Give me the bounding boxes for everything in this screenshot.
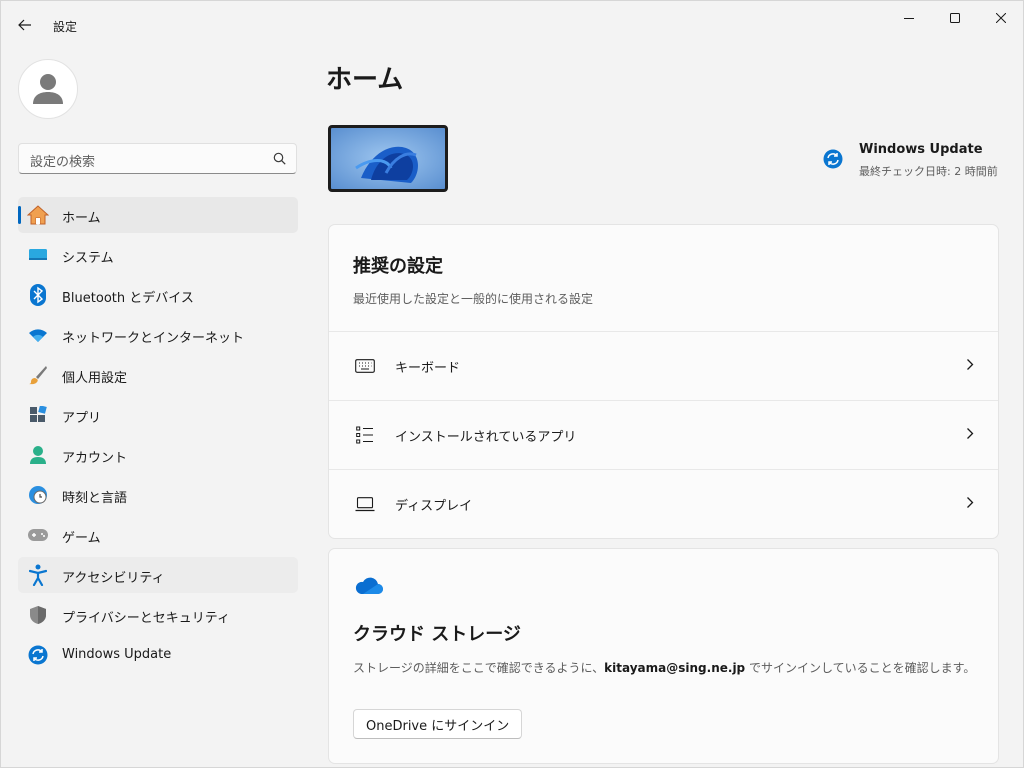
windows-update-title: Windows Update	[859, 142, 983, 157]
cloud-icon	[355, 577, 383, 594]
sidebar-item-label: アカウント	[62, 451, 128, 466]
system-icon	[27, 244, 49, 266]
time-language-icon	[27, 484, 49, 506]
apps-icon	[27, 404, 49, 426]
maximize-icon	[950, 13, 960, 23]
chevron-right-icon	[967, 497, 974, 508]
device-thumbnail[interactable]	[328, 125, 448, 192]
sidebar-item-label: ホーム	[62, 211, 101, 226]
sidebar-item-label: 時刻と言語	[62, 491, 128, 506]
search-icon	[273, 152, 286, 165]
windows-update-icon	[27, 644, 49, 666]
account-email: kitayama@sing.ne.jp	[604, 661, 746, 675]
sidebar-item-label: ネットワークとインターネット	[62, 331, 245, 346]
gamepad-icon	[27, 524, 49, 546]
sidebar-item-apps[interactable]: アプリ	[18, 397, 298, 433]
minimize-button[interactable]	[886, 1, 932, 35]
recommended-settings-card: 推奨の設定 最近使用した設定と一般的に使用される設定 キーボード インストールさ…	[328, 224, 999, 539]
sidebar-item-network[interactable]: ネットワークとインターネット	[18, 317, 298, 353]
maximize-button[interactable]	[932, 1, 978, 35]
recommended-row-display[interactable]: ディスプレイ	[329, 469, 998, 538]
person-icon	[33, 74, 63, 104]
title-bar: 設定	[1, 1, 1023, 49]
windows-update-icon	[823, 149, 843, 169]
wifi-icon	[27, 324, 49, 346]
row-label: ディスプレイ	[395, 499, 473, 514]
sidebar-item-label: 個人用設定	[62, 371, 128, 386]
sidebar-item-gaming[interactable]: ゲーム	[18, 517, 298, 553]
accessibility-icon	[27, 564, 49, 586]
settings-window: 設定 設定の検索 ホーム システム Bluetooth とデバイス ネットワーク…	[0, 0, 1024, 768]
row-label: インストールされているアプリ	[395, 430, 577, 445]
cloud-description: ストレージの詳細をここで確認できるように、kitayama@sing.ne.jp…	[353, 659, 975, 676]
sidebar-nav: ホーム システム Bluetooth とデバイス ネットワークとインターネット …	[18, 197, 298, 677]
brush-icon	[27, 364, 49, 386]
sidebar-item-label: Windows Update	[62, 647, 172, 662]
sidebar-item-time-language[interactable]: 時刻と言語	[18, 477, 298, 513]
back-button[interactable]	[9, 9, 41, 41]
app-title: 設定	[53, 20, 78, 34]
account-icon	[27, 444, 49, 466]
laptop-icon	[354, 493, 376, 515]
user-avatar[interactable]	[18, 59, 78, 119]
sidebar-item-privacy-security[interactable]: プライバシーとセキュリティ	[18, 597, 298, 633]
windows-update-status[interactable]: Windows Update 最終チェック日時: 2 時間前	[823, 141, 1003, 181]
sidebar-item-home[interactable]: ホーム	[18, 197, 298, 233]
close-icon	[996, 13, 1006, 23]
minimize-icon	[904, 18, 914, 19]
wallpaper-bloom-icon	[331, 128, 445, 189]
row-label: キーボード	[395, 361, 461, 376]
sidebar-item-label: システム	[62, 251, 114, 266]
search-input[interactable]: 設定の検索	[18, 143, 297, 174]
cloud-description-prefix: ストレージの詳細をここで確認できるように、	[353, 661, 605, 675]
sidebar-item-label: プライバシーとセキュリティ	[62, 611, 230, 626]
arrow-left-icon	[18, 19, 31, 31]
chevron-right-icon	[967, 359, 974, 370]
sidebar-item-label: Bluetooth とデバイス	[62, 291, 194, 306]
sidebar-item-windows-update[interactable]: Windows Update	[18, 637, 298, 673]
recommended-row-installed-apps[interactable]: インストールされているアプリ	[329, 400, 998, 469]
sidebar-item-label: アプリ	[62, 411, 102, 426]
sidebar-item-bluetooth[interactable]: Bluetooth とデバイス	[18, 277, 298, 313]
sidebar-item-label: ゲーム	[62, 531, 101, 546]
cloud-storage-card: クラウド ストレージ ストレージの詳細をここで確認できるように、kitayama…	[328, 548, 999, 764]
search-placeholder: 設定の検索	[30, 155, 96, 170]
shield-icon	[27, 604, 49, 626]
selection-indicator	[18, 206, 21, 224]
sidebar-item-accessibility[interactable]: アクセシビリティ	[18, 557, 298, 593]
onedrive-sign-in-button[interactable]: OneDrive にサインイン	[353, 709, 523, 739]
cloud-description-suffix: でサインインしていることを確認します。	[745, 661, 976, 675]
sidebar-item-personalization[interactable]: 個人用設定	[18, 357, 298, 393]
card-title: クラウド ストレージ	[353, 624, 521, 645]
sidebar-item-accounts[interactable]: アカウント	[18, 437, 298, 473]
card-subtitle: 最近使用した設定と一般的に使用される設定	[353, 292, 594, 306]
card-title: 推奨の設定	[353, 256, 443, 277]
sidebar-item-label: アクセシビリティ	[62, 571, 165, 586]
list-icon	[354, 424, 376, 446]
windows-update-last-checked: 最終チェック日時: 2 時間前	[859, 165, 998, 178]
bluetooth-icon	[27, 284, 49, 306]
close-button[interactable]	[978, 1, 1023, 35]
keyboard-icon	[354, 355, 376, 377]
home-icon	[27, 204, 49, 226]
chevron-right-icon	[967, 428, 974, 439]
sidebar-item-system[interactable]: システム	[18, 237, 298, 273]
recommended-row-keyboard[interactable]: キーボード	[329, 331, 998, 400]
page-title: ホーム	[326, 65, 404, 95]
